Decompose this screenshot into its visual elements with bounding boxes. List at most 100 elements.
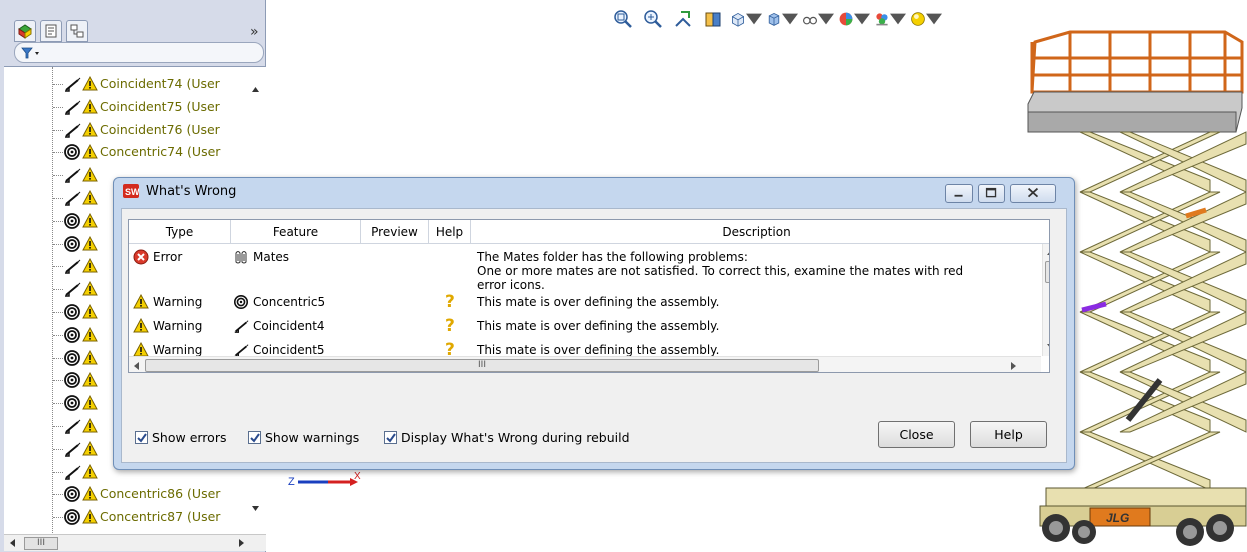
feature-tree-icon [18,24,32,39]
apply-scene-button[interactable] [874,8,906,30]
view-orientation-button[interactable] [730,8,762,30]
scroll-right-arrow-icon[interactable] [236,538,246,548]
table-vscroll-thumb[interactable] [1045,261,1049,283]
dropdown-arrow-icon[interactable] [854,9,870,29]
column-header-preview[interactable]: Preview [361,220,429,244]
coincident-mate-icon [65,282,81,297]
scroll-up-arrow-icon[interactable] [1046,248,1050,256]
coincident-mate-icon [65,260,81,275]
warning-icon [82,167,98,182]
property-manager-tab[interactable] [40,20,62,42]
coincident-mate-icon [65,419,81,434]
column-header-description[interactable]: Description [471,220,1042,244]
scroll-up-arrow-icon [252,87,259,92]
display-during-rebuild-option[interactable]: Display What's Wrong during rebuild [384,430,630,445]
edit-appearance-button[interactable] [838,8,870,30]
table-row[interactable]: Error Mates The Mates folder has the follo… [129,247,1041,292]
scroll-right-arrow-icon[interactable] [1009,361,1017,371]
coincident-mate-icon [65,442,81,457]
concentric-mate-icon [64,144,80,161]
view-settings-button[interactable] [910,8,942,30]
property-manager-icon [45,24,57,38]
tree-row-label: Coincident74 (User [100,76,220,91]
warning-icon [82,304,98,319]
tree-row[interactable]: Concentric86 (User [4,483,254,505]
help-button[interactable]: Help [970,421,1047,448]
tree-row-label: Coincident75 (User [100,98,220,114]
table-row[interactable]: Warning Coincident4? This mate is over def… [129,316,1041,340]
row-description: error icons. [477,278,545,292]
feature-manager-tab[interactable] [14,20,36,42]
tree-hscroll-thumb[interactable]: III [24,537,58,550]
warning-icon [82,349,98,365]
show-warnings-checkbox[interactable] [248,431,261,444]
scroll-left-arrow-icon[interactable] [8,538,18,548]
configuration-manager-tab[interactable] [66,20,88,42]
dropdown-arrow-icon[interactable] [782,9,798,29]
tree-row[interactable]: Coincident74 (User [4,73,254,95]
show-errors-checkbox[interactable] [135,431,148,444]
close-icon [1027,187,1039,198]
dialog-titlebar[interactable]: SW What's Wrong [114,178,1074,204]
row-feature: Coincident4 [253,319,325,333]
warning-icon [82,509,98,524]
tree-row[interactable]: Concentric74 (User [4,141,254,163]
show-errors-option[interactable]: Show errors [135,430,226,445]
dropdown-arrow-icon[interactable] [818,9,834,29]
scroll-left-arrow-icon[interactable] [133,361,141,371]
whats-wrong-dialog: SW What's Wrong Type Feature Preview Hel… [113,177,1075,470]
tree-row[interactable]: Coincident75 (User [4,96,254,118]
expand-chevron-icon[interactable]: » [250,24,259,40]
solidworks-logo-icon: SW [123,184,139,198]
coincident-mate-icon [65,191,81,206]
zoom-to-fit-button[interactable] [610,8,636,30]
filter-bar[interactable] [14,42,264,63]
coincident-mate-icon [65,123,81,138]
help-question-icon[interactable]: ? [442,292,458,310]
close-window-button[interactable] [1010,184,1056,203]
apply-scene-icon [876,13,888,26]
tree-row[interactable]: Concentric87 (User [4,506,254,528]
hide-show-items-button[interactable] [802,8,834,30]
close-button[interactable]: Close [878,421,955,448]
tree-branch-line [53,517,63,519]
mates-folder-icon [235,251,247,264]
dropdown-arrow-icon[interactable] [926,9,942,29]
dropdown-arrow-icon[interactable] [890,9,906,29]
tree-branch-line [53,426,63,427]
display-during-rebuild-checkbox[interactable] [384,431,397,444]
column-header-type[interactable]: Type [129,220,231,244]
maximize-button[interactable] [978,184,1005,203]
display-during-rebuild-label: Display What's Wrong during rebuild [401,430,630,445]
dropdown-arrow-icon[interactable] [746,9,762,29]
column-header-feature[interactable]: Feature [231,220,361,244]
table-hscroll-thumb[interactable]: III [145,359,819,372]
zoom-to-area-button[interactable] [640,8,666,30]
table-row[interactable]: Warning Concentric5? This mate is over def… [129,292,1041,316]
display-style-button[interactable] [766,8,798,30]
help-question-icon[interactable]: ? [442,316,458,334]
minimize-button[interactable] [945,184,973,203]
concentric-mate-icon [64,395,80,412]
scroll-down-arrow-icon[interactable] [1046,343,1050,351]
show-warnings-option[interactable]: Show warnings [248,430,359,445]
row-description: This mate is over defining the assembly. [477,319,720,333]
section-view-button[interactable] [700,8,726,30]
dialog-title: What's Wrong [146,184,237,199]
checkmark-icon [250,433,260,443]
filter-icon[interactable] [21,46,41,60]
column-header-help[interactable]: Help [429,220,471,244]
concentric-mate-icon [64,235,80,252]
tree-horizontal-scrollbar[interactable]: III [4,534,266,551]
warning-icon [82,121,98,137]
table-vertical-scrollbar[interactable] [1042,244,1050,356]
tree-row[interactable]: Coincident76 (User [4,119,254,141]
tree-branch-line [53,312,63,313]
table-horizontal-scrollbar[interactable]: III [129,356,1041,372]
warning-icon [82,418,98,433]
tree-branch-line [53,334,63,336]
previous-view-button[interactable] [670,8,696,30]
coincident-mate-icon [65,100,81,115]
warning-icon [82,395,98,410]
concentric-mate-icon [64,326,80,343]
